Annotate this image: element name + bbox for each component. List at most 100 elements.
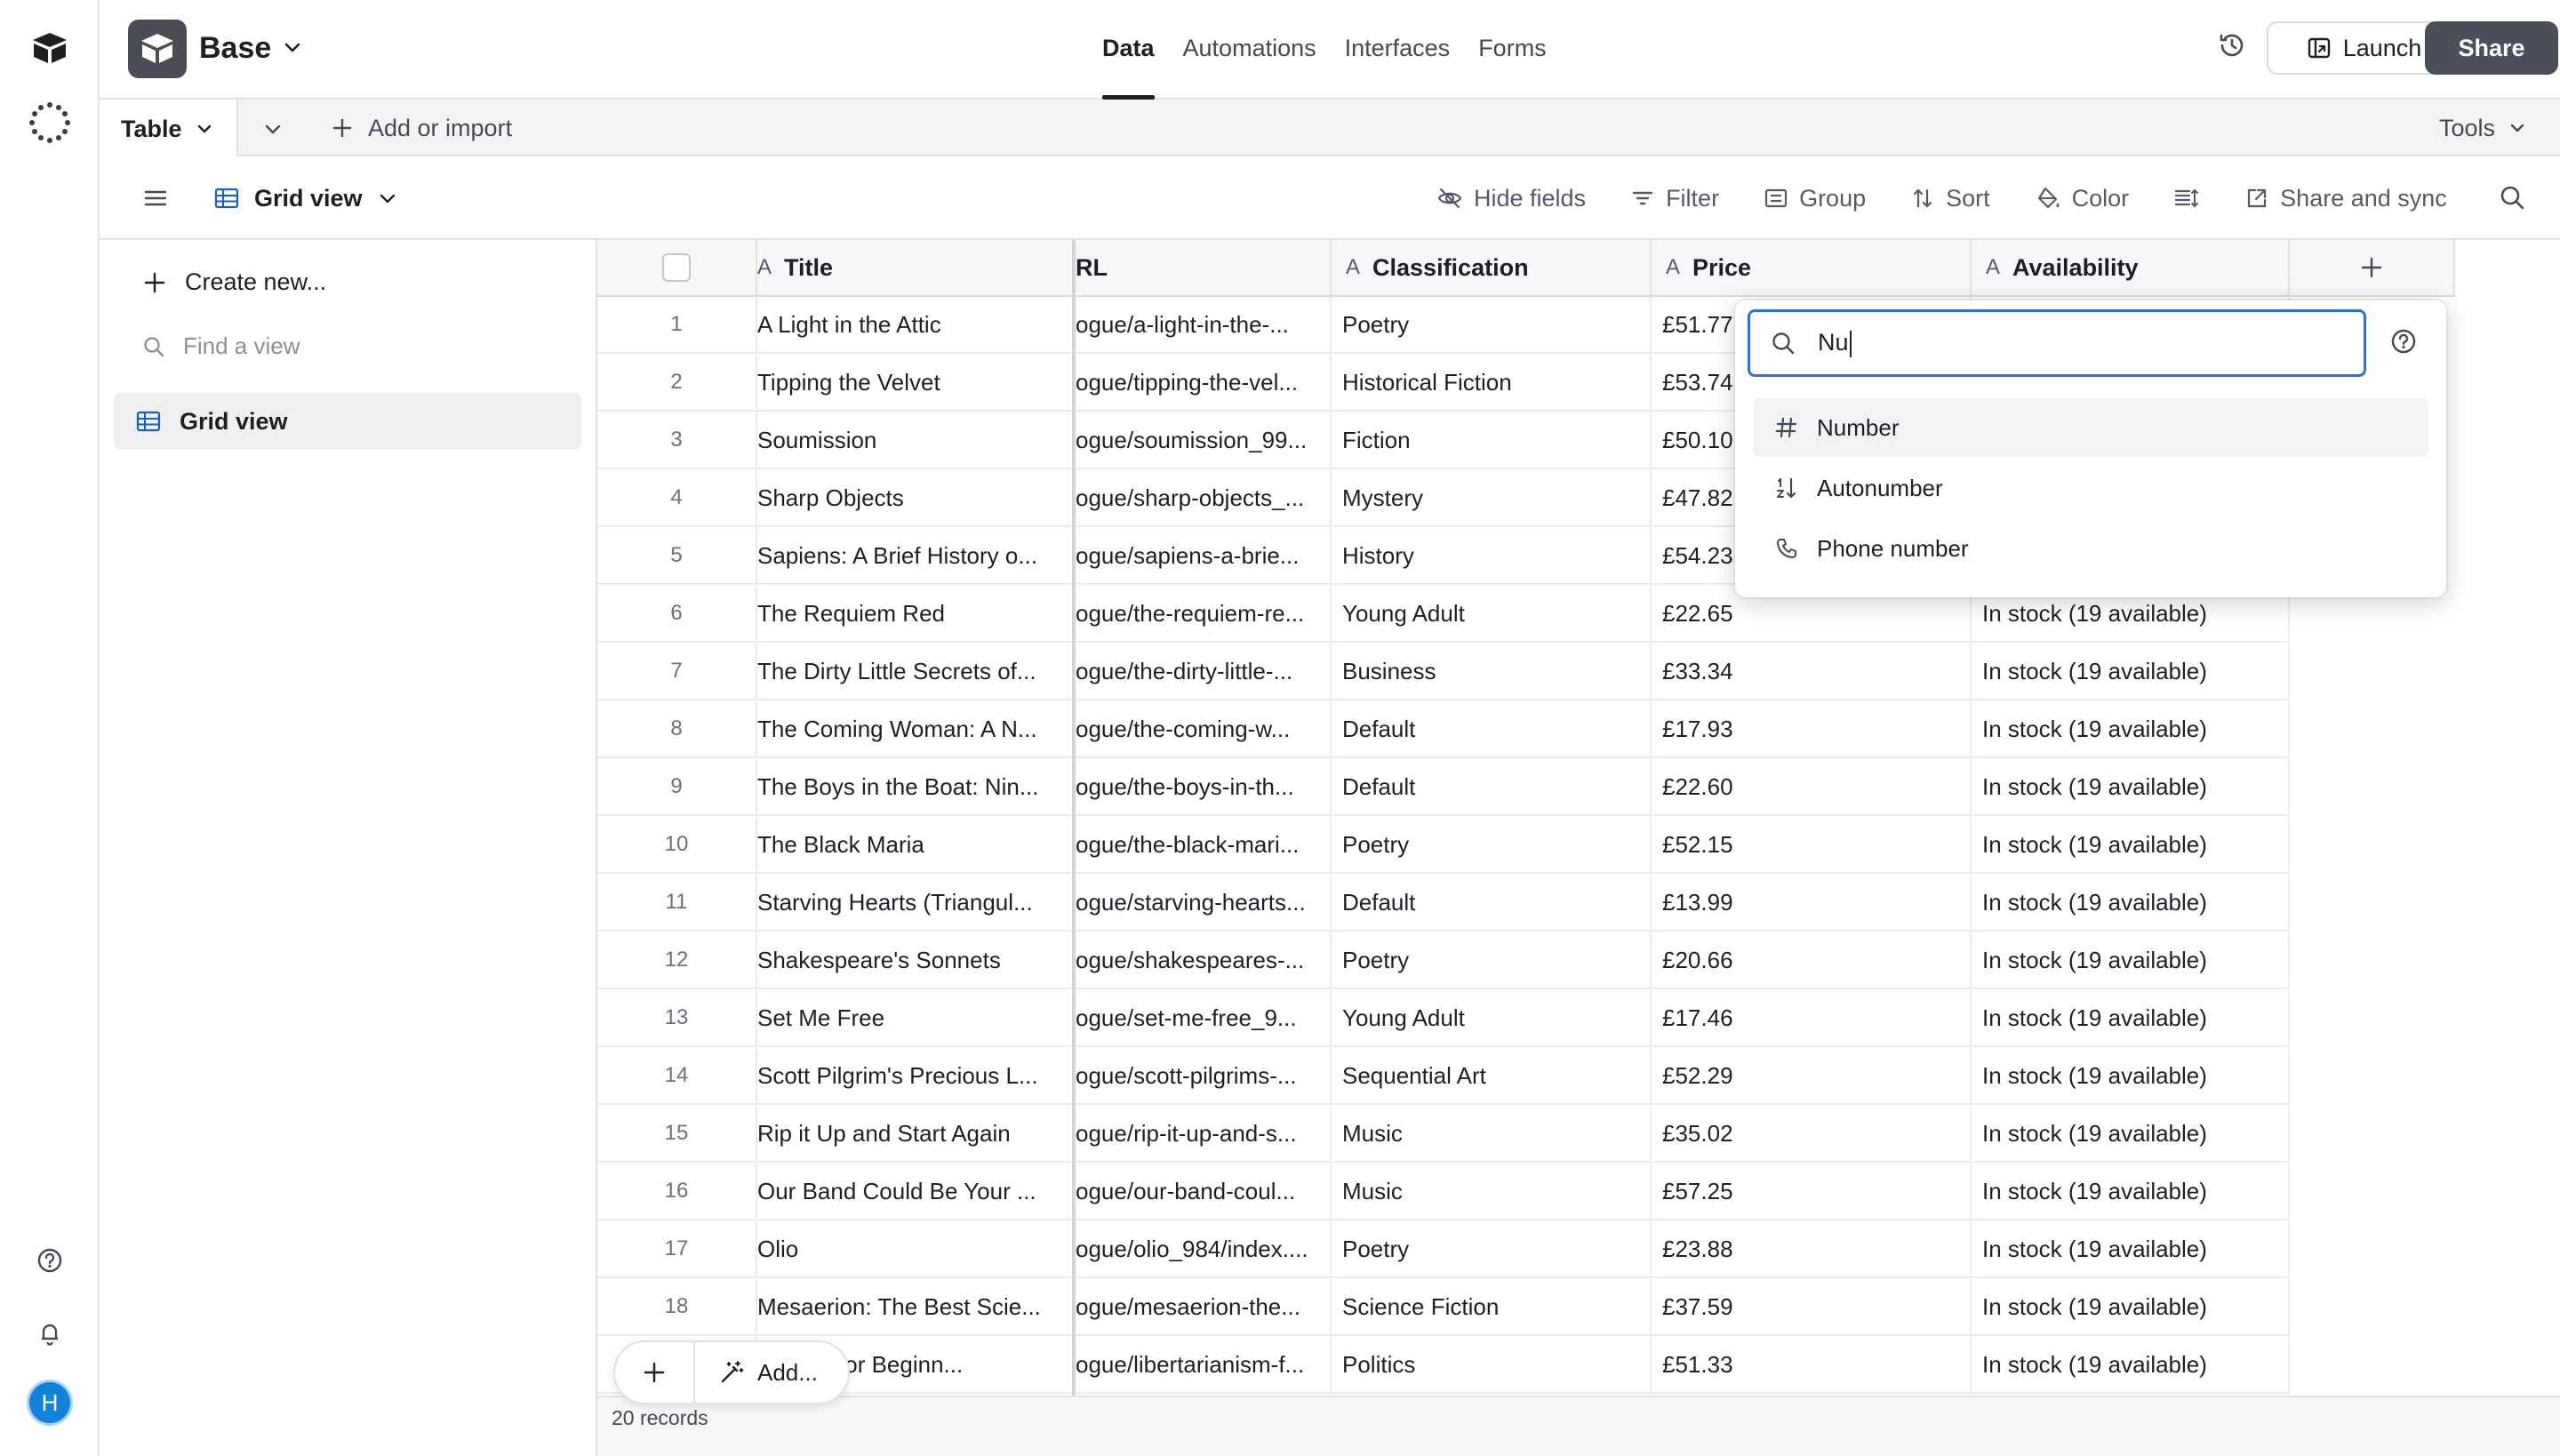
cell-price[interactable]: £22.60 [1652,759,1972,816]
cell-availability[interactable]: In stock (19 available) [1972,875,2290,932]
cell-price[interactable]: £13.99 [1652,875,1972,932]
frozen-column-divider[interactable] [1072,240,1076,1456]
row-number[interactable]: 12 [597,932,757,989]
cell-classification[interactable]: Business [1332,644,1652,700]
cell-price[interactable]: £52.15 [1652,817,1972,874]
cell-classification[interactable]: Default [1332,701,1652,758]
cell-classification[interactable]: Sequential Art [1332,1048,1652,1105]
cell-url[interactable]: ogue/sapiens-a-brie... [1076,528,1332,585]
select-all-checkbox[interactable] [662,253,691,282]
row-number[interactable]: 17 [597,1221,757,1278]
cell-price[interactable]: £57.25 [1652,1164,1972,1220]
cell-url[interactable]: ogue/our-band-coul... [1076,1164,1332,1220]
column-header-classification[interactable]: A Classification [1332,240,1652,297]
cell-url[interactable]: ogue/starving-hearts... [1076,875,1332,932]
cell-classification[interactable]: Default [1332,759,1652,816]
user-avatar[interactable]: H [27,1380,73,1426]
cell-price[interactable]: £37.59 [1652,1279,1972,1336]
cell-title[interactable]: Our Band Could Be Your ... [757,1164,1076,1220]
cell-price[interactable]: £17.46 [1652,990,1972,1047]
sort-button[interactable]: Sort [1910,185,1990,212]
cell-classification[interactable]: Fiction [1332,412,1652,469]
cell-title[interactable]: Tipping the Velvet [757,355,1076,412]
hide-fields-button[interactable]: Hide fields [1436,185,1586,212]
cell-classification[interactable]: Poetry [1332,932,1652,989]
cell-title[interactable]: Mesaerion: The Best Scie... [757,1279,1076,1336]
cell-classification[interactable]: Politics [1332,1337,1652,1394]
color-button[interactable]: Color [2035,185,2129,212]
sidebar-item-grid-view[interactable]: Grid view [114,393,581,450]
cell-title[interactable]: Soumission [757,412,1076,469]
row-number[interactable]: 13 [597,990,757,1047]
cell-availability[interactable]: In stock (19 available) [1972,932,2290,989]
cell-classification[interactable]: Poetry [1332,1221,1652,1278]
cell-price[interactable]: £33.34 [1652,644,1972,700]
row-number[interactable]: 1 [597,297,757,354]
bell-icon[interactable] [27,1310,73,1356]
help-icon[interactable] [27,1237,73,1284]
group-button[interactable]: Group [1764,185,1866,212]
cell-classification[interactable]: Historical Fiction [1332,355,1652,412]
cell-availability[interactable]: In stock (19 available) [1972,1164,2290,1220]
base-logo-icon[interactable] [128,20,187,78]
cell-url[interactable]: ogue/olio_984/index.... [1076,1221,1332,1278]
row-number[interactable]: 8 [597,701,757,758]
share-and-sync-button[interactable]: Share and sync [2244,185,2447,212]
cell-url[interactable]: ogue/a-light-in-the-... [1076,297,1332,354]
table-tab[interactable]: Table [100,100,238,158]
column-header-title[interactable]: A Title [757,240,1076,297]
row-number[interactable]: 15 [597,1106,757,1163]
cell-url[interactable]: ogue/shakespeares-... [1076,932,1332,989]
cell-price[interactable]: £51.33 [1652,1337,1972,1394]
tab-automations[interactable]: Automations [1183,0,1316,100]
row-number[interactable]: 18 [597,1279,757,1336]
share-button[interactable]: Share [2425,21,2558,75]
cell-url[interactable]: ogue/set-me-free_9... [1076,990,1332,1047]
cell-price[interactable]: £20.66 [1652,932,1972,989]
cell-title[interactable]: Rip it Up and Start Again [757,1106,1076,1163]
row-number[interactable]: 2 [597,355,757,412]
row-number[interactable]: 16 [597,1164,757,1220]
cell-title[interactable]: The Dirty Little Secrets of... [757,644,1076,700]
search-icon[interactable] [2498,183,2526,212]
add-record-button[interactable] [615,1342,695,1403]
cell-title[interactable]: Shakespeare's Sonnets [757,932,1076,989]
all-tables-chevron-icon[interactable] [261,117,284,140]
cell-title[interactable]: The Coming Woman: A N... [757,701,1076,758]
cell-classification[interactable]: Young Adult [1332,990,1652,1047]
cell-availability[interactable]: In stock (19 available) [1972,817,2290,874]
cell-url[interactable]: ogue/libertarianism-f... [1076,1337,1332,1394]
base-name[interactable]: Base [199,27,271,69]
cell-title[interactable]: Scott Pilgrim's Precious L... [757,1048,1076,1105]
tools-button[interactable]: Tools [2439,100,2527,156]
cell-url[interactable]: ogue/scott-pilgrims-... [1076,1048,1332,1105]
cell-url[interactable]: ogue/the-black-mari... [1076,817,1332,874]
add-or-import-button[interactable]: Add or import [331,100,512,156]
cell-availability[interactable]: In stock (19 available) [1972,990,2290,1047]
help-icon[interactable] [2389,327,2418,356]
cell-title[interactable]: Sapiens: A Brief History o... [757,528,1076,585]
cell-title[interactable]: A Light in the Attic [757,297,1076,354]
cell-title[interactable]: Starving Hearts (Triangul... [757,875,1076,932]
cell-classification[interactable]: Poetry [1332,297,1652,354]
row-number[interactable]: 11 [597,875,757,932]
tab-data[interactable]: Data [1102,0,1155,100]
filter-button[interactable]: Filter [1630,185,1719,212]
cell-url[interactable]: ogue/rip-it-up-and-s... [1076,1106,1332,1163]
column-header-price[interactable]: A Price [1652,240,1972,297]
cell-title[interactable]: The Black Maria [757,817,1076,874]
cell-title[interactable]: Set Me Free [757,990,1076,1047]
add-field-button[interactable] [2290,240,2455,297]
cell-availability[interactable]: In stock (19 available) [1972,759,2290,816]
cell-title[interactable]: The Requiem Red [757,586,1076,643]
cell-availability[interactable]: In stock (19 available) [1972,644,2290,700]
row-number[interactable]: 4 [597,470,757,527]
tab-forms[interactable]: Forms [1478,0,1547,100]
row-number[interactable]: 7 [597,644,757,700]
tab-interfaces[interactable]: Interfaces [1345,0,1451,100]
cell-availability[interactable]: In stock (19 available) [1972,1048,2290,1105]
cell-url[interactable]: ogue/tipping-the-vel... [1076,355,1332,412]
cell-url[interactable]: ogue/the-requiem-re... [1076,586,1332,643]
row-number[interactable]: 9 [597,759,757,816]
row-number[interactable]: 3 [597,412,757,469]
